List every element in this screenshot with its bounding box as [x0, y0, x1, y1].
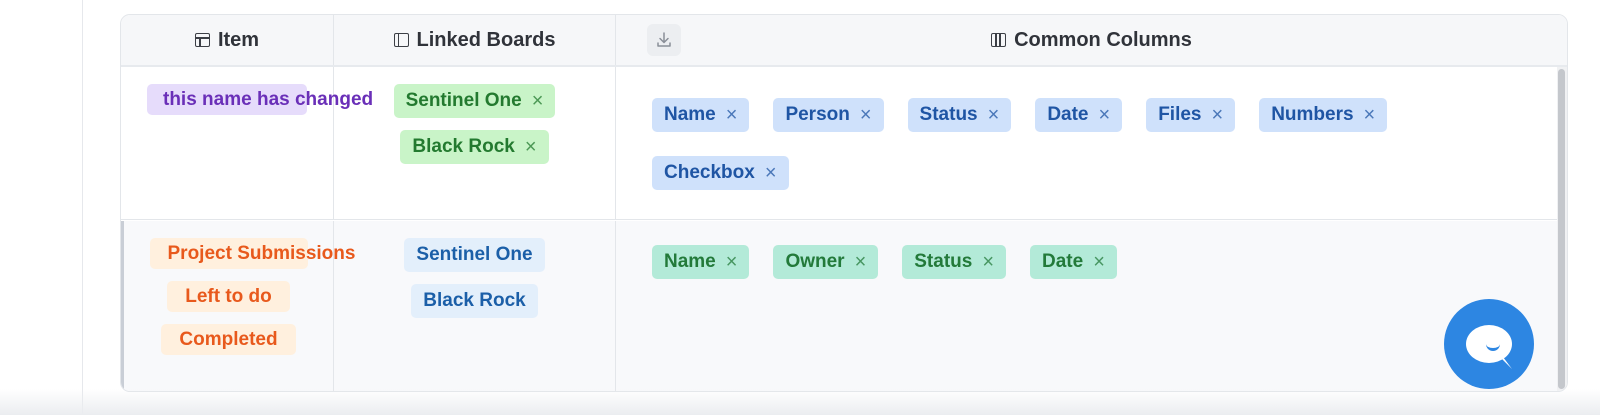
- item-chip-label: Completed: [179, 329, 278, 350]
- table-row: Project Submissions Left to do Completed…: [121, 221, 1567, 391]
- column-tag[interactable]: Status ×: [907, 98, 1012, 132]
- close-icon[interactable]: ×: [1093, 251, 1105, 274]
- column-tag[interactable]: Name ×: [652, 245, 750, 279]
- linked-board-label: Black Rock: [412, 136, 515, 157]
- item-chip[interactable]: Left to do: [167, 281, 290, 312]
- linked-board-chip[interactable]: Sentinel One ×: [393, 84, 556, 118]
- close-icon[interactable]: ×: [1099, 104, 1111, 127]
- column-tag-label: Person: [785, 104, 850, 125]
- scrollbar-thumb[interactable]: [1558, 69, 1565, 389]
- close-icon[interactable]: ×: [1212, 104, 1224, 127]
- column-tag-label: Owner: [785, 251, 845, 272]
- bottom-shadow: [0, 389, 1600, 415]
- column-tag[interactable]: Date ×: [1030, 245, 1117, 279]
- item-chip[interactable]: Project Submissions: [149, 238, 355, 269]
- close-icon[interactable]: ×: [765, 162, 777, 185]
- linked-boards-cell: Sentinel One Black Rock: [334, 221, 616, 391]
- column-tag[interactable]: Date ×: [1035, 98, 1123, 132]
- column-tag[interactable]: Person ×: [773, 98, 884, 132]
- linked-board-label: Sentinel One: [416, 244, 533, 265]
- column-tag-label: Date: [1047, 104, 1089, 125]
- close-icon[interactable]: ×: [988, 104, 1000, 127]
- linked-boards-table: Item Linked Boards Common Columns this n…: [120, 14, 1568, 392]
- close-icon[interactable]: ×: [1364, 104, 1376, 127]
- chat-icon: [1466, 325, 1512, 363]
- header-item-label: Item: [217, 28, 260, 51]
- column-tag[interactable]: Files ×: [1146, 98, 1236, 132]
- close-icon[interactable]: ×: [982, 251, 994, 274]
- close-icon[interactable]: ×: [726, 251, 738, 274]
- column-tag[interactable]: Numbers ×: [1259, 98, 1388, 132]
- column-tag-label: Status: [914, 251, 973, 272]
- column-tag-label: Name: [664, 104, 716, 125]
- linked-board-label: Black Rock: [423, 290, 526, 311]
- page-divider: [82, 0, 83, 415]
- close-icon[interactable]: ×: [525, 136, 537, 159]
- column-tag-label: Name: [664, 251, 716, 272]
- column-tag[interactable]: Status ×: [902, 245, 1007, 279]
- header-linked-boards: Linked Boards: [334, 15, 616, 65]
- chat-button[interactable]: [1444, 299, 1534, 389]
- header-common-columns: Common Columns: [616, 15, 1567, 65]
- linked-board-chip[interactable]: Black Rock: [411, 284, 538, 318]
- close-icon[interactable]: ×: [532, 90, 544, 113]
- column-tag-label: Numbers: [1271, 104, 1354, 125]
- columns-icon: [991, 33, 1007, 47]
- download-button[interactable]: [647, 24, 681, 56]
- item-chip[interactable]: Completed: [161, 324, 296, 355]
- linked-board-chip[interactable]: Sentinel One: [404, 238, 545, 272]
- item-cell: Project Submissions Left to do Completed: [124, 221, 355, 391]
- common-columns-cell: Name × Owner × Status × Date ×: [616, 221, 1526, 391]
- column-tag[interactable]: Checkbox ×: [652, 156, 789, 190]
- item-chip[interactable]: this name has changed: [147, 84, 373, 115]
- item-chip-label: Left to do: [185, 286, 272, 307]
- item-cell: this name has changed: [121, 67, 373, 219]
- board-icon: [393, 33, 409, 47]
- linked-board-label: Sentinel One: [405, 90, 522, 111]
- column-tag-label: Date: [1042, 251, 1084, 272]
- header-item: Item: [121, 15, 334, 65]
- close-icon[interactable]: ×: [726, 104, 738, 127]
- item-column-icon: [194, 33, 210, 47]
- column-tag-label: Checkbox: [664, 162, 755, 183]
- column-tag-label: Status: [919, 104, 978, 125]
- linked-boards-cell: Sentinel One × Black Rock ×: [334, 67, 616, 219]
- common-columns-cell: Name × Person × Status × Date × Files × Numbe…: [616, 67, 1526, 219]
- column-tag[interactable]: Owner ×: [773, 245, 879, 279]
- close-icon[interactable]: ×: [855, 251, 867, 274]
- item-chip-label: Project Submissions: [167, 243, 356, 264]
- download-icon: [657, 32, 671, 47]
- table-row: this name has changed Sentinel One × Bla…: [121, 67, 1567, 220]
- header-common-columns-label: Common Columns: [1014, 28, 1192, 51]
- linked-board-chip[interactable]: Black Rock ×: [400, 130, 549, 164]
- table-header: Item Linked Boards Common Columns: [121, 15, 1567, 67]
- header-linked-boards-label: Linked Boards: [416, 28, 556, 51]
- column-tag-label: Files: [1158, 104, 1202, 125]
- close-icon[interactable]: ×: [860, 104, 872, 127]
- column-tag[interactable]: Name ×: [652, 98, 750, 132]
